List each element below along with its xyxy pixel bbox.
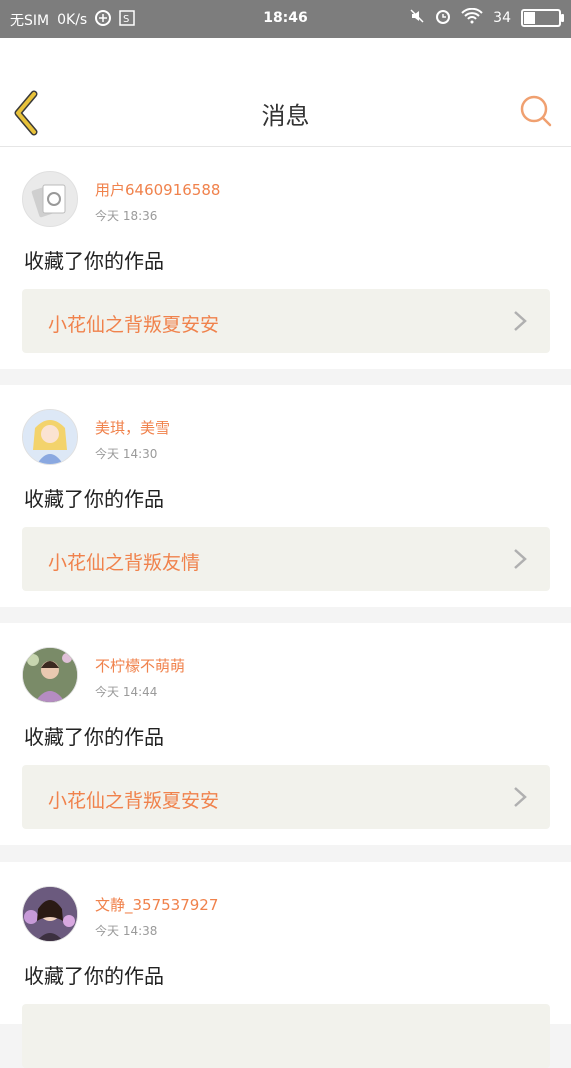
message-card: 文静_357537927 今天 14:38 收藏了你的作品 (0, 862, 571, 1068)
work-title: 小花仙之背叛夏安安 (48, 314, 220, 336)
status-bar: 无SIM 0K/s S 18:46 34 (0, 0, 571, 38)
username[interactable]: 用户6460916588 (95, 179, 220, 200)
work-link[interactable] (22, 1004, 550, 1068)
chevron-right-icon (514, 787, 527, 807)
work-link[interactable]: 小花仙之背叛友情 (22, 527, 550, 591)
username[interactable]: 美琪，美雪 (95, 417, 170, 438)
photo-avatar-image (23, 887, 77, 941)
action-text: 收藏了你的作品 (24, 249, 164, 273)
chevron-right-icon (514, 311, 527, 331)
photo-avatar-image (23, 648, 77, 702)
avatar[interactable] (22, 409, 78, 465)
mute-icon (409, 8, 425, 28)
anime-avatar-image (23, 410, 77, 464)
timestamp: 今天 14:30 (95, 447, 158, 461)
chevron-right-icon (514, 549, 527, 569)
message-card: 用户6460916588 今天 18:36 收藏了你的作品 小花仙之背叛夏安安 (0, 147, 571, 369)
username[interactable]: 文静_357537927 (95, 894, 218, 915)
avatar[interactable] (22, 886, 78, 942)
search-icon (520, 95, 552, 127)
work-title: 小花仙之背叛友情 (48, 552, 201, 574)
search-button[interactable] (519, 94, 553, 128)
avatar[interactable] (22, 647, 78, 703)
timestamp: 今天 18:36 (95, 209, 158, 223)
action-text: 收藏了你的作品 (24, 964, 164, 988)
battery-percent: 34 (493, 10, 511, 26)
work-link[interactable]: 小花仙之背叛夏安安 (22, 289, 550, 353)
nav-bar: 消息 (0, 38, 571, 147)
battery-fill (524, 12, 535, 24)
alarm-icon (435, 8, 451, 28)
page-title: 消息 (261, 102, 310, 130)
message-card: 不柠檬不萌萌 今天 14:44 收藏了你的作品 小花仙之背叛夏安安 (0, 623, 571, 845)
work-link[interactable]: 小花仙之背叛夏安安 (22, 765, 550, 829)
action-text: 收藏了你的作品 (24, 725, 164, 749)
timestamp: 今天 14:44 (95, 685, 158, 699)
timestamp: 今天 14:38 (95, 924, 158, 938)
status-right: 34 (409, 7, 564, 28)
battery-icon (521, 9, 564, 27)
work-title: 小花仙之背叛夏安安 (48, 790, 220, 812)
action-text: 收藏了你的作品 (24, 487, 164, 511)
message-card: 美琪，美雪 今天 14:30 收藏了你的作品 小花仙之背叛友情 (0, 385, 571, 607)
username[interactable]: 不柠檬不萌萌 (95, 655, 185, 676)
default-avatar-icon (31, 184, 66, 218)
wifi-icon (461, 7, 483, 28)
avatar[interactable] (22, 171, 78, 227)
